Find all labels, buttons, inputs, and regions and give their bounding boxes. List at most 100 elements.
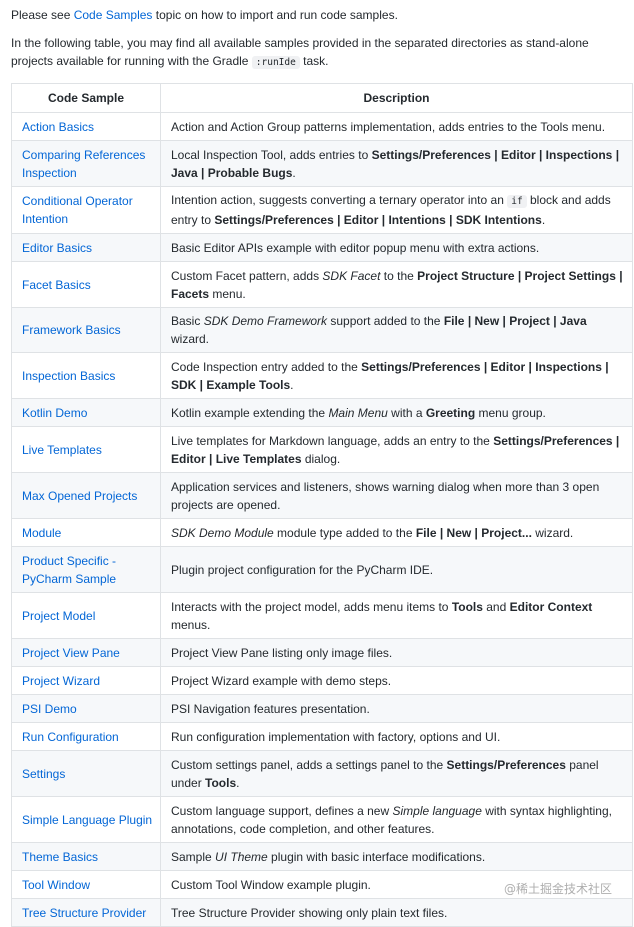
sample-link[interactable]: Tree Structure Provider (22, 906, 146, 920)
sample-name-cell: Framework Basics (11, 307, 161, 353)
sample-description-cell: Project View Pane listing only image fil… (160, 638, 633, 667)
sample-description-cell: Application services and listeners, show… (160, 472, 633, 519)
intro-text: task. (299, 54, 329, 68)
sample-name-cell: Project Model (11, 592, 161, 639)
header-description: Description (160, 83, 633, 113)
table-row: Module SDK Demo Module module type added … (11, 518, 633, 547)
sample-description-cell: Plugin project configuration for the PyC… (160, 546, 633, 593)
inline-code: if (507, 195, 527, 208)
sample-link[interactable]: Project Model (22, 609, 95, 623)
content: Please see Code Samples topic on how to … (0, 0, 634, 927)
description-text: to the (380, 268, 418, 283)
table-row: PSI Demo PSI Navigation features presenta… (11, 694, 633, 723)
table-row: Editor Basics Basic Editor APIs example w… (11, 233, 633, 262)
description-text: Basic Editor APIs example with editor po… (171, 240, 540, 255)
description-text: Run configuration implementation with fa… (171, 729, 501, 744)
description-text: Project Wizard example with demo steps. (171, 673, 392, 688)
description-text: . (292, 165, 296, 180)
sample-link[interactable]: Comparing References Inspection (22, 148, 145, 180)
description-text: File | New | Project... (415, 525, 532, 540)
description-text: and (482, 599, 510, 614)
sample-name-cell: PSI Demo (11, 694, 161, 723)
sample-link[interactable]: Kotlin Demo (22, 406, 87, 420)
sample-name-cell: Comparing References Inspection (11, 140, 161, 187)
sample-name-cell: Conditional Operator Intention (11, 186, 161, 234)
sample-name-cell: Inspection Basics (11, 352, 161, 399)
sample-name-cell: Theme Basics (11, 842, 161, 871)
description-text: wizard. (531, 525, 574, 540)
description-text: Local Inspection Tool, adds entries to (171, 147, 372, 162)
description-text: menu group. (475, 405, 546, 420)
sample-link[interactable]: Framework Basics (22, 323, 121, 337)
sample-link[interactable]: Facet Basics (22, 278, 91, 292)
description-text: Sample (171, 849, 216, 864)
sample-link[interactable]: Settings (22, 767, 65, 781)
description-text: Custom language support, defines a new (171, 803, 393, 818)
table-row: Project Wizard Project Wizard example wit… (11, 666, 633, 695)
table-row: Inspection Basics Code Inspection entry a… (11, 352, 633, 399)
description-text: Settings/Preferences (446, 757, 566, 772)
sample-name-cell: Action Basics (11, 112, 161, 141)
table-row: Run Configuration Run configuration imple… (11, 722, 633, 751)
sample-link[interactable]: Conditional Operator Intention (22, 194, 133, 226)
sample-name-cell: Settings (11, 750, 161, 797)
sample-link[interactable]: Live Templates (22, 443, 102, 457)
sample-name-cell: Tool Window (11, 870, 161, 899)
description-text: SDK Facet (322, 268, 381, 283)
sample-link[interactable]: Project View Pane (22, 646, 120, 660)
sample-link[interactable]: Module (22, 526, 61, 540)
sample-link[interactable]: Simple Language Plugin (22, 813, 152, 827)
description-text: module type added to the (273, 525, 416, 540)
sample-link[interactable]: Action Basics (22, 120, 94, 134)
sample-name-cell: Simple Language Plugin (11, 796, 161, 843)
sample-link[interactable]: Product Specific - PyCharm Sample (22, 554, 116, 586)
sample-description-cell: Interacts with the project model, adds m… (160, 592, 633, 639)
sample-link[interactable]: Tool Window (22, 878, 90, 892)
description-text: Settings/Preferences | Editor | Intentio… (214, 213, 542, 227)
description-text: SDK Demo Framework (203, 314, 328, 328)
description-text: plugin with basic interface modification… (267, 849, 486, 864)
sample-link[interactable]: Inspection Basics (22, 369, 115, 383)
intro-text: topic on how to import and run code samp… (152, 8, 398, 22)
sample-name-cell: Module (11, 518, 161, 547)
sample-name-cell: Live Templates (11, 426, 161, 473)
description-text: SDK Demo Module (171, 525, 274, 540)
sample-description-cell: Custom language support, defines a new S… (160, 796, 633, 843)
sample-link[interactable]: PSI Demo (22, 702, 77, 716)
description-text: PSI Navigation features presentation. (171, 701, 370, 716)
description-text: Intention action, suggests converting a … (171, 193, 508, 207)
table-row: Settings Custom settings panel, adds a se… (11, 750, 633, 797)
intro-paragraph-1: Please see Code Samples topic on how to … (11, 6, 624, 24)
sample-link[interactable]: Max Opened Projects (22, 489, 137, 503)
sample-description-cell: Action and Action Group patterns impleme… (160, 112, 633, 141)
description-text: Custom Facet pattern, adds (171, 268, 323, 283)
sample-link[interactable]: Project Wizard (22, 674, 100, 688)
table-header-row: Code Sample Description (11, 83, 633, 113)
sample-description-cell: Basic Editor APIs example with editor po… (160, 233, 633, 262)
sample-description-cell: Basic SDK Demo Framework support added t… (160, 307, 633, 353)
description-text: Tools (451, 599, 483, 614)
description-text: dialog. (301, 451, 341, 466)
description-text: Main Menu (328, 405, 388, 420)
sample-description-cell: Sample UI Theme plugin with basic interf… (160, 842, 633, 871)
samples-table: Code Sample Description Action Basics Act… (11, 83, 633, 927)
sample-name-cell: Kotlin Demo (11, 398, 161, 427)
sample-name-cell: Max Opened Projects (11, 472, 161, 519)
description-text: support added to the (327, 314, 444, 328)
sample-description-cell: Project Wizard example with demo steps. (160, 666, 633, 695)
description-text: Code Inspection entry added to the (171, 359, 362, 374)
sample-description-cell: Live templates for Markdown language, ad… (160, 426, 633, 473)
watermark: @稀土掘金技术社区 (503, 882, 612, 896)
description-text: Live templates for Markdown language, ad… (171, 433, 494, 448)
description-text: Custom Tool Window example plugin. (171, 877, 371, 892)
header-code-sample: Code Sample (11, 83, 161, 113)
sample-link[interactable]: Theme Basics (22, 850, 98, 864)
sample-description-cell: Kotlin example extending the Main Menu w… (160, 398, 633, 427)
code-samples-link[interactable]: Code Samples (74, 8, 153, 22)
table-row: Simple Language Plugin Custom language su… (11, 796, 633, 843)
sample-link[interactable]: Editor Basics (22, 241, 92, 255)
table-row: Live Templates Live templates for Markdow… (11, 426, 633, 473)
description-text: . (236, 775, 240, 790)
sample-link[interactable]: Run Configuration (22, 730, 119, 744)
description-text: with a (387, 405, 426, 420)
